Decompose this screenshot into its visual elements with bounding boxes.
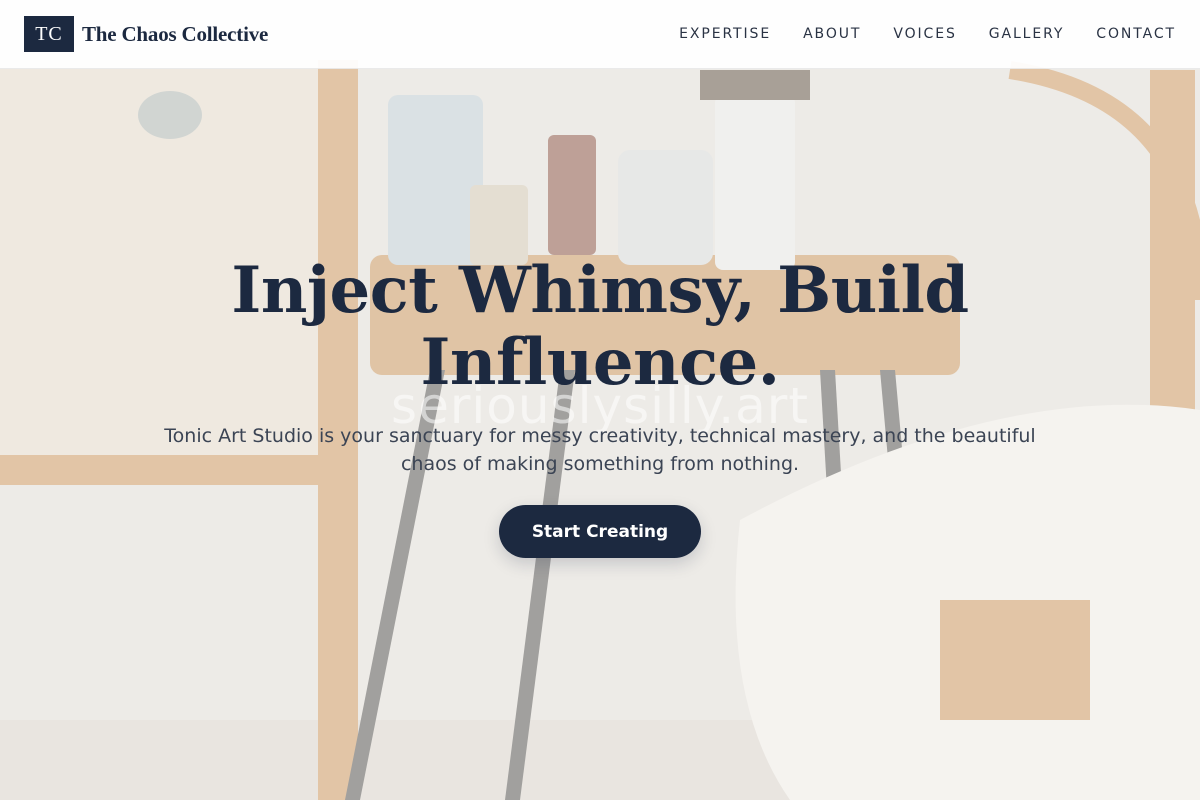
brand-logo-link[interactable]: TC The Chaos Collective xyxy=(24,16,268,52)
hero-subtitle: Tonic Art Studio is your sanctuary for m… xyxy=(164,425,1036,475)
start-creating-button[interactable]: Start Creating xyxy=(499,505,701,558)
main-navigation: EXPERTISE ABOUT VOICES GALLERY CONTACT xyxy=(679,26,1176,42)
hero-section: seriouslysilly.art Inject Whimsy, Build … xyxy=(0,69,1200,800)
brand-name: The Chaos Collective xyxy=(82,21,269,46)
brand-monogram: TC xyxy=(24,16,74,52)
nav-link-gallery[interactable]: GALLERY xyxy=(989,26,1065,42)
nav-link-about[interactable]: ABOUT xyxy=(803,26,861,42)
nav-link-contact[interactable]: CONTACT xyxy=(1096,26,1176,42)
nav-link-voices[interactable]: VOICES xyxy=(893,26,956,42)
site-header: TC The Chaos Collective EXPERTISE ABOUT … xyxy=(0,0,1200,69)
nav-link-expertise[interactable]: EXPERTISE xyxy=(679,26,771,42)
hero-title: Inject Whimsy, Build Influence. xyxy=(231,253,969,400)
